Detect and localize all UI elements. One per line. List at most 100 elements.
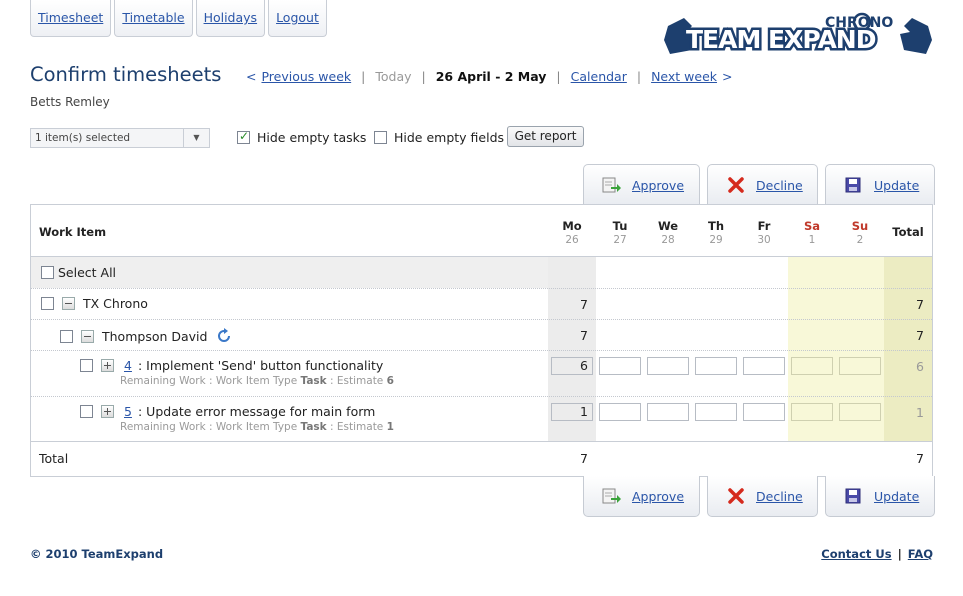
select-all-checkbox[interactable]	[41, 266, 54, 279]
approve-link[interactable]: Approve	[632, 178, 684, 193]
day-name: Sa	[803, 219, 821, 233]
hide-empty-tasks-label: Hide empty tasks	[257, 130, 367, 145]
person-name: Thompson David	[102, 328, 208, 344]
person-total-hours: 7	[916, 328, 924, 343]
hours-input-sa[interactable]	[791, 403, 833, 421]
today-link: Today	[375, 69, 412, 84]
nav-tab-holidays[interactable]: Holidays	[195, 0, 266, 37]
task-details: Remaining Work : Work Item Type Task : E…	[120, 375, 394, 387]
row-divider	[31, 319, 932, 320]
get-report-button[interactable]: Get report	[507, 126, 584, 147]
refresh-icon[interactable]	[215, 327, 233, 345]
hours-input-fr[interactable]	[743, 357, 785, 375]
task-id-link[interactable]: 4	[124, 358, 132, 373]
day-name: Fr	[757, 219, 771, 233]
row-divider	[31, 288, 932, 289]
nav-link-timetable[interactable]: Timetable	[122, 10, 184, 25]
update-link[interactable]: Update	[874, 178, 919, 193]
task-checkbox[interactable]	[80, 359, 93, 372]
project-checkbox[interactable]	[41, 297, 54, 310]
hours-input-we[interactable]	[647, 403, 689, 421]
task-checkbox[interactable]	[80, 405, 93, 418]
hours-input-mo[interactable]: 6	[551, 357, 593, 375]
floppy-disk-icon	[845, 177, 861, 193]
nav-tab-logout[interactable]: Logout	[268, 0, 327, 37]
contact-us-link[interactable]: Contact Us	[821, 547, 891, 561]
approve-doc-icon	[602, 488, 621, 504]
project-total-hours: 7	[916, 297, 924, 312]
update-button[interactable]: Update	[825, 476, 935, 517]
previous-week-link[interactable]: Previous week	[261, 69, 351, 84]
top-nav: Timesheet Timetable Holidays Logout	[30, 0, 327, 37]
collapse-icon[interactable]	[62, 297, 75, 310]
select-all-label: Select All	[58, 265, 117, 280]
task-estimate-label: : Estimate	[330, 375, 384, 387]
week-navigation: < Previous week | Today | 26 April - 2 M…	[246, 69, 738, 84]
red-x-icon	[728, 177, 744, 193]
day-header-su: Su 2	[836, 219, 884, 246]
copyright: © 2010 TeamExpand	[30, 547, 164, 561]
approve-button[interactable]: Approve	[583, 476, 700, 517]
task-total-hours: 1	[916, 405, 924, 420]
logo-main-text: TEAM EXPAND	[686, 25, 876, 54]
nav-link-holidays[interactable]: Holidays	[204, 10, 258, 25]
day-name: We	[657, 219, 679, 233]
day-date: 29	[709, 234, 723, 246]
hours-input-su[interactable]	[839, 403, 881, 421]
expand-icon[interactable]	[101, 359, 114, 372]
task-remaining: Remaining Work : Work Item Type	[120, 375, 298, 387]
person-checkbox[interactable]	[60, 329, 73, 343]
hide-empty-fields-label: Hide empty fields	[394, 130, 505, 145]
action-bar-bottom: Approve Decline Update	[583, 476, 935, 517]
nav-link-logout[interactable]: Logout	[276, 10, 319, 25]
separator: |	[361, 69, 366, 84]
person-row: Thompson David	[60, 327, 233, 345]
expand-icon[interactable]	[101, 405, 114, 418]
next-week-link[interactable]: Next week	[651, 69, 717, 84]
day-date: 1	[808, 234, 816, 246]
hours-input-fr[interactable]	[743, 403, 785, 421]
nav-tab-timetable[interactable]: Timetable	[114, 0, 193, 37]
decline-link[interactable]: Decline	[756, 489, 803, 504]
nav-tab-timesheet[interactable]: Timesheet	[30, 0, 112, 37]
decline-button[interactable]: Decline	[707, 164, 818, 205]
hours-input-sa[interactable]	[791, 357, 833, 375]
hide-empty-fields-checkbox[interactable]	[374, 131, 387, 144]
grand-total-hours: 7	[916, 451, 924, 466]
project-name: TX Chrono	[83, 296, 148, 311]
total-header: Total	[892, 225, 924, 239]
task-id-link[interactable]: 5	[124, 404, 132, 419]
day-header-th: Th 29	[692, 219, 740, 246]
total-divider	[31, 441, 932, 442]
approve-button[interactable]: Approve	[583, 164, 700, 205]
prev-arrow-icon[interactable]: <	[246, 69, 256, 84]
hide-empty-tasks-checkbox[interactable]	[237, 129, 250, 144]
update-button[interactable]: Update	[825, 164, 935, 205]
hours-input-mo[interactable]: 1	[551, 403, 593, 421]
item-select-dropdown[interactable]: 1 item(s) selected ▼	[30, 128, 210, 148]
update-link[interactable]: Update	[874, 489, 919, 504]
project-row: TX Chrono	[41, 296, 148, 311]
decline-button[interactable]: Decline	[707, 476, 818, 517]
chevron-down-icon[interactable]: ▼	[183, 129, 209, 147]
hours-input-we[interactable]	[647, 357, 689, 375]
next-arrow-icon[interactable]: >	[722, 69, 732, 84]
hours-input-tu[interactable]	[599, 403, 641, 421]
day-header-we: We 28	[644, 219, 692, 246]
calendar-link[interactable]: Calendar	[571, 69, 627, 84]
work-item-header: Work Item	[39, 225, 107, 239]
day-header-tu: Tu 27	[596, 219, 644, 246]
header-divider	[31, 256, 932, 257]
day-header-fr: Fr 30	[740, 219, 788, 246]
decline-link[interactable]: Decline	[756, 178, 803, 193]
row-divider	[31, 350, 932, 351]
hours-input-su[interactable]	[839, 357, 881, 375]
nav-link-timesheet[interactable]: Timesheet	[38, 10, 103, 25]
faq-link[interactable]: FAQ	[908, 547, 933, 561]
collapse-icon[interactable]	[81, 329, 94, 343]
hours-input-th[interactable]	[695, 403, 737, 421]
approve-doc-icon	[602, 177, 621, 193]
hours-input-th[interactable]	[695, 357, 737, 375]
approve-link[interactable]: Approve	[632, 489, 684, 504]
hours-input-tu[interactable]	[599, 357, 641, 375]
